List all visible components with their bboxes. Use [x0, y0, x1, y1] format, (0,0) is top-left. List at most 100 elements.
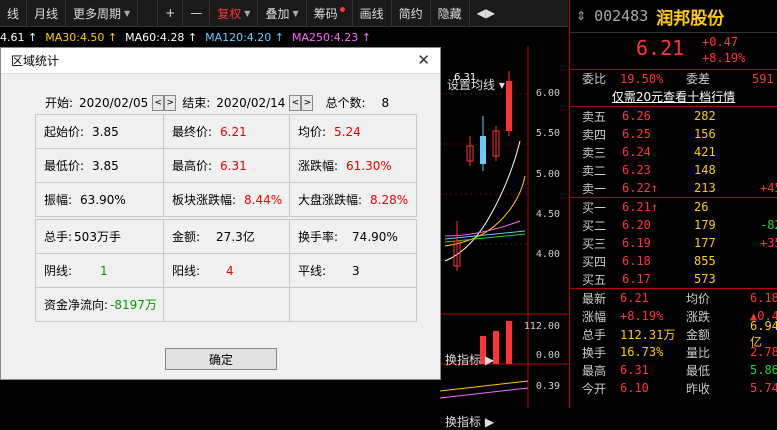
- dialog-titlebar: 区域统计 ✕: [1, 48, 440, 74]
- bid-book: 买一 6.21↑ 26 买二 6.20 179 -82 买三 6.19 177 +35 买四 6.18 8…: [570, 197, 777, 288]
- adjust-button[interactable]: 复权 ▼: [210, 0, 259, 27]
- stats-row: 起始价: 3.85 最终价: 6.21 均价: 5.24: [35, 114, 417, 149]
- stats-table: 起始价: 3.85 最终价: 6.21 均价: 5.24 最低价: 3.85 最高价: 6…: [35, 114, 417, 322]
- weibi-value: 19.50%: [620, 71, 664, 86]
- prev-end-button[interactable]: <: [289, 94, 302, 111]
- next-start-button[interactable]: >: [164, 94, 177, 111]
- switch-indicator-button[interactable]: 换指标 ▶: [445, 413, 494, 430]
- arrow-left-right-icon: ◀▶: [476, 6, 496, 20]
- ma-item: MA30:4.50 ↑: [45, 30, 118, 44]
- stat-label: 今开: [582, 381, 607, 396]
- count-label: 总个数:: [325, 96, 366, 110]
- stat-label: 最新: [582, 291, 607, 306]
- zoom-in-button[interactable]: +: [158, 0, 184, 27]
- minus-icon: —: [190, 6, 203, 20]
- amp-label: 振幅:: [44, 193, 73, 207]
- end-label: 结束:: [182, 96, 211, 110]
- simple-label: 简约: [398, 6, 423, 21]
- hide-button[interactable]: 隐藏: [431, 0, 470, 27]
- level-label: 卖四: [582, 127, 607, 142]
- chips-button[interactable]: 筹码: [307, 0, 353, 27]
- stat-label: 换手: [582, 345, 607, 360]
- open-label: 起始价:: [44, 125, 85, 139]
- order-book-row: 卖四 6.25 156: [570, 125, 777, 143]
- change-percent: +8.19%: [702, 51, 746, 65]
- chart-toolbar: 线 月线 更多周期 ▼ + — 复权 ▼ 叠加 ▼ 筹码 画线 简约 隐藏 ◀▶: [0, 0, 568, 27]
- stat-label: 量比: [686, 345, 711, 360]
- quote-stat-row: 涨幅+8.19%涨跌▲0.47: [570, 307, 777, 325]
- stat-value: 5.86: [750, 363, 777, 377]
- toolbar-week-button[interactable]: 线: [0, 0, 28, 27]
- nav-arrows-button[interactable]: ◀▶: [470, 0, 502, 27]
- level-volume: 177: [694, 236, 716, 250]
- region-stats-dialog: 区域统计 ✕ 开始: 2020/02/05 < > 结束: 2020/02/14…: [0, 47, 441, 380]
- next-end-button[interactable]: >: [301, 94, 314, 111]
- stats-row: 阴线: 1 阳线: 4 平线: 3: [35, 253, 417, 288]
- chevron-down-icon: ▼: [124, 8, 131, 18]
- amt-value: 27.3亿: [216, 230, 255, 244]
- stat-label: 最低: [686, 363, 711, 378]
- overlay-button[interactable]: 叠加 ▼: [258, 0, 307, 27]
- start-label: 开始:: [45, 96, 74, 110]
- toolbar-more-periods-button[interactable]: 更多周期 ▼: [66, 0, 139, 27]
- level-label: 卖二: [582, 163, 607, 178]
- level-price: 6.22↑: [622, 181, 659, 195]
- flat-label: 平线:: [298, 264, 327, 278]
- sector-label: 板块涨跌幅:: [172, 193, 237, 207]
- quote-stats: 最新6.21均价6.18涨幅+8.19%涨跌▲0.47总手112.31万金额6.…: [570, 288, 777, 397]
- level-price: 6.18: [622, 254, 651, 268]
- adjust-label: 复权: [217, 6, 242, 21]
- draw-line-button[interactable]: 画线: [353, 0, 392, 27]
- chevron-down-icon: ▼: [292, 8, 299, 18]
- empty-cell: [163, 287, 290, 322]
- toolbar-more-label: 更多周期: [73, 6, 122, 21]
- indicator-axis-label: 0.39: [535, 381, 560, 392]
- start-date-spinner: < >: [152, 94, 177, 111]
- level-change: +45: [760, 181, 777, 195]
- turn-value: 74.90%: [352, 230, 398, 244]
- toolbar-month-button[interactable]: 月线: [27, 0, 67, 27]
- vol-label: 总手:: [44, 230, 73, 244]
- stock-code: 002483: [594, 7, 649, 25]
- order-book-row: 买一 6.21↑ 26: [570, 198, 777, 216]
- stat-label: 昨收: [686, 381, 711, 396]
- close-icon[interactable]: ✕: [417, 51, 430, 69]
- level-label: 卖三: [582, 145, 607, 160]
- zoom-out-button[interactable]: —: [183, 0, 211, 27]
- stat-value: 6.10: [620, 381, 649, 395]
- price-axis-label: 4.50: [535, 209, 560, 220]
- ma-item: 4.61 ↑: [0, 30, 38, 44]
- chips-label: 筹码: [313, 6, 338, 21]
- ma-legend: 4.61 ↑ MA30:4.50 ↑ MA60:4.28 ↑ MA120:4.2…: [0, 28, 568, 46]
- flat-value: 3: [352, 264, 360, 278]
- close-value: 6.21: [220, 125, 247, 139]
- order-book-row: 买二 6.20 179 -82: [570, 216, 777, 234]
- prev-start-button[interactable]: <: [152, 94, 165, 111]
- price-box: 6.21 +0.47 +8.19%: [570, 33, 777, 69]
- volume-axis-label: 0.00: [535, 350, 560, 361]
- count-value: 8: [381, 95, 390, 110]
- volume-axis-label: 112.00: [523, 321, 560, 332]
- ask-book: 卖五 6.26 282 卖四 6.25 156 卖三 6.24 421 卖二 6.23 148 卖一 6.…: [570, 107, 777, 197]
- ok-button[interactable]: 确定: [165, 348, 277, 370]
- level-label: 买三: [582, 236, 607, 251]
- ten-level-quote-link[interactable]: 仅需20元查看十档行情: [570, 87, 777, 107]
- market-value: 8.28%: [370, 193, 409, 207]
- arrow-up-down-icon[interactable]: ⇕: [576, 9, 586, 23]
- plus-icon: +: [165, 6, 176, 20]
- level-price: 6.25: [622, 127, 651, 141]
- quote-panel: ⇕ 002483 润邦股份 6.21 +0.47 +8.19% 委比 19.50%…: [569, 0, 777, 408]
- level-volume: 421: [694, 145, 716, 159]
- switch-indicator-button[interactable]: 换指标 ▶: [445, 351, 494, 368]
- level-price: 6.26: [622, 109, 651, 123]
- quote-stat-row: 总手 112.31万 金额 6.94亿: [570, 319, 777, 349]
- high-price-label: 6.31: [454, 72, 477, 83]
- amt-label: 金额:: [172, 230, 201, 244]
- ma-item: MA250:4.23 ↑: [292, 30, 371, 44]
- stat-value: 5.74: [750, 381, 777, 395]
- yin-label: 阴线:: [44, 264, 73, 278]
- simple-button[interactable]: 简约: [392, 0, 431, 27]
- stat-value: +8.19%: [620, 309, 664, 323]
- level-price: 6.23: [622, 163, 651, 177]
- sector-value: 8.44%: [244, 193, 283, 207]
